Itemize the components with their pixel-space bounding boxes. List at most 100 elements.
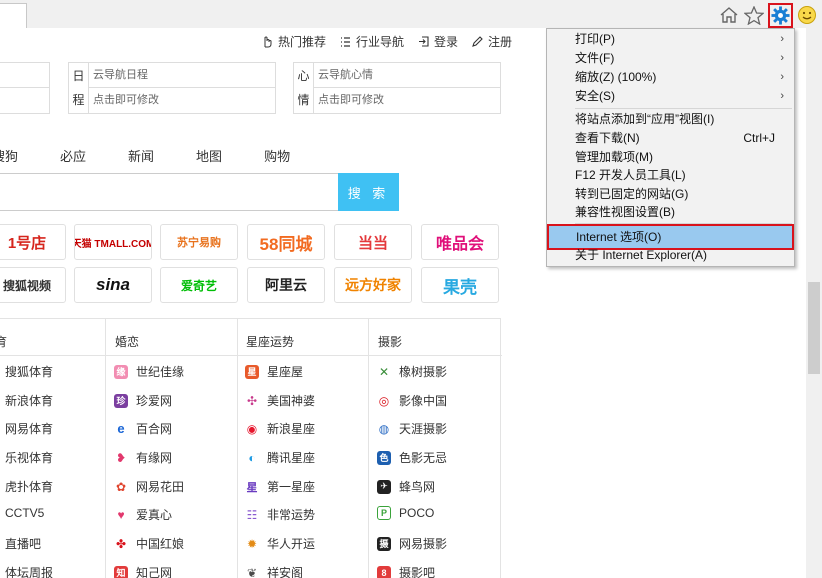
list-item[interactable]: 星星座屋: [245, 363, 303, 380]
list-item[interactable]: 搜狐体育: [5, 363, 53, 380]
list-item[interactable]: 新浪体育: [5, 392, 53, 409]
menu-item-pinned-sites[interactable]: 转到已固定的网站(G): [548, 185, 793, 204]
menu-separator: [575, 108, 792, 109]
list-item[interactable]: ✹ 华人开运: [245, 535, 315, 552]
list-item[interactable]: 直播吧: [5, 535, 41, 552]
site-favicon-icon: 色: [377, 450, 391, 465]
list-item[interactable]: ☷ 非常运势: [245, 506, 315, 523]
list-item[interactable]: ◉ 新浪星座: [245, 420, 315, 437]
list-item[interactable]: ❥ 有缘网: [114, 449, 172, 466]
list-item[interactable]: CCTV5: [5, 506, 44, 520]
menu-item-about[interactable]: 关于 Internet Explorer(A): [548, 246, 793, 265]
category-header: 育: [0, 335, 8, 349]
pencil-icon: [472, 36, 483, 47]
menu-item-add-to-apps[interactable]: 将站点添加到“应用”视图(I): [548, 110, 793, 129]
top-link-label: 登录: [434, 35, 459, 49]
favorites-star-icon[interactable]: [743, 4, 765, 26]
category-grid: 育 婚恋 星座运势 摄影 搜狐体育 新浪体育 网易体育 乐视体育 虎扑体育 CC…: [0, 318, 502, 578]
list-item[interactable]: 色色影无忌: [377, 449, 447, 466]
calendar-title: 云导航日程: [89, 63, 275, 88]
list-item[interactable]: 珍珍爱网: [114, 392, 172, 409]
list-item[interactable]: ◍ 天涯摄影: [377, 420, 447, 437]
top-link-register[interactable]: 注册: [472, 33, 512, 50]
knot-icon: ✤: [114, 536, 128, 551]
site-sina[interactable]: sina: [74, 267, 152, 303]
search-button[interactable]: 搜 索: [338, 173, 399, 211]
list-item[interactable]: ♥ 爱真心: [114, 506, 172, 523]
search-tab-map[interactable]: 地图: [196, 146, 222, 165]
search-tab-sogou[interactable]: 搜狗: [0, 146, 18, 165]
note-box-partial[interactable]: [0, 62, 50, 114]
vertical-scrollbar[interactable]: [806, 28, 822, 578]
ie-favicon-icon: e: [114, 421, 128, 436]
search-tab-news[interactable]: 新闻: [128, 146, 154, 165]
mood-note-box[interactable]: 心情 云导航心情 点击即可修改: [293, 62, 501, 114]
list-item[interactable]: ✈ 蜂鸟网: [377, 478, 435, 495]
menu-item-downloads[interactable]: 查看下载(N) Ctrl+J: [548, 129, 793, 148]
list-item[interactable]: ✿ 网易花田: [114, 478, 184, 495]
site-yuanfang[interactable]: 远方好家: [334, 267, 412, 303]
calendar-note-box[interactable]: 日程 云导航日程 点击即可修改: [68, 62, 276, 114]
bird-icon: ❦: [245, 565, 259, 578]
list-item[interactable]: P POCO: [377, 506, 434, 520]
home-icon[interactable]: [718, 4, 740, 26]
list-item[interactable]: 星第一星座: [245, 478, 315, 495]
browser-tab[interactable]: [0, 3, 27, 28]
list-item[interactable]: ✕ 橡树摄影: [377, 363, 447, 380]
puzzle-icon: ✣: [245, 393, 259, 408]
site-dangdang[interactable]: 当当: [334, 224, 412, 260]
smiley-icon[interactable]: [796, 4, 818, 26]
site-favicon-icon: 摄: [377, 536, 391, 551]
site-favicon-icon: 珍: [114, 393, 128, 408]
menu-item-zoom[interactable]: 缩放(Z) (100%) ›: [548, 68, 793, 87]
list-item[interactable]: e 百合网: [114, 420, 172, 437]
login-icon: [419, 36, 429, 47]
site-favicon-icon: 知: [114, 565, 128, 578]
scrollbar-thumb[interactable]: [808, 282, 820, 374]
list-item[interactable]: ◐ 腾讯星座: [245, 449, 315, 466]
menu-item-safety[interactable]: 安全(S) ›: [548, 87, 793, 106]
shortcut-label: Ctrl+J: [743, 131, 775, 145]
top-link-hot[interactable]: 热门推荐: [262, 33, 326, 50]
list-item[interactable]: 乐视体育: [5, 449, 53, 466]
globe-icon: ◍: [377, 421, 391, 436]
list-item[interactable]: 缘世纪佳缘: [114, 363, 184, 380]
list-item[interactable]: ❦ 祥安阁: [245, 564, 303, 578]
mood-hint[interactable]: 点击即可修改: [314, 88, 500, 113]
scroll-icon: ☷: [245, 507, 259, 522]
search-tab-shopping[interactable]: 购物: [264, 146, 290, 165]
site-vip[interactable]: 唯品会: [421, 224, 499, 260]
search-input[interactable]: [0, 173, 339, 211]
list-item[interactable]: 网易体育: [5, 420, 53, 437]
top-links: 热门推荐 行业导航 登录 注册: [262, 33, 512, 50]
top-link-login[interactable]: 登录: [418, 33, 458, 50]
menu-item-compat-view[interactable]: 兼容性视图设置(B): [548, 203, 793, 222]
site-favicon-icon: 缘: [114, 364, 128, 379]
site-aliyun[interactable]: 阿里云: [247, 267, 325, 303]
calendar-hint[interactable]: 点击即可修改: [89, 88, 275, 113]
list-item[interactable]: 知知己网: [114, 564, 172, 578]
top-link-industry[interactable]: 行业导航: [340, 33, 404, 50]
list-item[interactable]: ◎ 影像中国: [377, 392, 447, 409]
list-item[interactable]: 虎扑体育: [5, 478, 53, 495]
site-iqiyi[interactable]: 爱奇艺: [160, 267, 238, 303]
category-header: 婚恋: [115, 335, 140, 349]
site-yhd[interactable]: 1号店: [0, 224, 66, 260]
tree-icon: ✕: [377, 364, 391, 379]
list-item[interactable]: 体坛周报: [5, 564, 53, 578]
gear-icon[interactable]: [768, 3, 793, 28]
site-sohu-video[interactable]: 搜狐视频: [0, 267, 66, 303]
list-item[interactable]: ✣ 美国神婆: [245, 392, 315, 409]
menu-item-addons[interactable]: 管理加载项(M): [548, 148, 793, 167]
site-guokr[interactable]: 果壳: [421, 267, 499, 303]
list-item[interactable]: 8 摄影吧: [377, 564, 435, 578]
list-item[interactable]: 摄网易摄影: [377, 535, 447, 552]
list-item[interactable]: ✤ 中国红娘: [114, 535, 184, 552]
site-tmall[interactable]: 天猫 TMALL.COM: [74, 224, 152, 260]
site-58[interactable]: 58同城: [247, 224, 325, 260]
menu-item-devtools[interactable]: F12 开发人员工具(L): [548, 166, 793, 185]
menu-item-file[interactable]: 文件(F) ›: [548, 49, 793, 68]
menu-item-print[interactable]: 打印(P) ›: [548, 30, 793, 49]
search-tab-bing[interactable]: 必应: [60, 146, 86, 165]
site-suning[interactable]: 苏宁易购: [160, 224, 238, 260]
